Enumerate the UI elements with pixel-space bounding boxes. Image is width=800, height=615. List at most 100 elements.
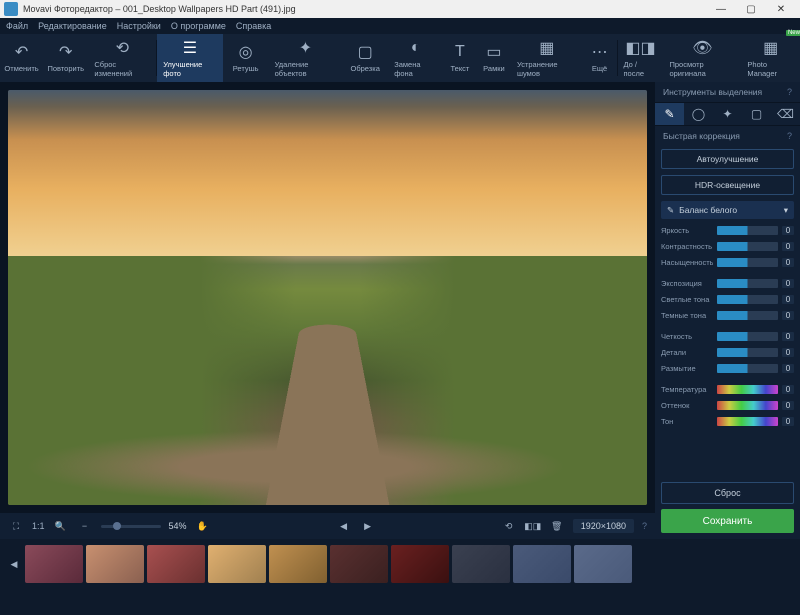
menu-file[interactable]: Файл	[6, 21, 28, 31]
slider-row: Температура0	[661, 383, 794, 396]
tool-frames[interactable]: ▭Рамки	[477, 34, 511, 82]
text-icon: T	[455, 43, 465, 61]
slider-track[interactable]	[717, 364, 778, 373]
slider-track[interactable]	[717, 311, 778, 320]
close-button[interactable]: ✕	[766, 4, 796, 15]
zoom-slider[interactable]	[101, 525, 161, 528]
save-button[interactable]: Сохранить	[661, 509, 794, 533]
thumbnail[interactable]	[25, 545, 83, 583]
minimize-button[interactable]: —	[706, 4, 736, 15]
select-rect[interactable]: ▢	[742, 103, 771, 125]
filmstrip-prev[interactable]: ◀	[6, 556, 22, 572]
slider-value[interactable]: 0	[782, 332, 794, 341]
tool-change-bg[interactable]: ◐Замена фона	[388, 34, 443, 82]
tool-photo-manager[interactable]: New▦Photo Manager	[741, 34, 800, 82]
tool-more[interactable]: ⋯Ещё	[583, 34, 617, 82]
slider-value[interactable]: 0	[782, 417, 794, 426]
main-toolbar: ↶Отменить ↷Повторить ⟲Сброс изменений ☰У…	[0, 34, 800, 82]
app-icon	[4, 2, 18, 16]
tool-retouch[interactable]: ◎Ретушь	[223, 34, 269, 82]
slider-track[interactable]	[717, 279, 778, 288]
slider-value[interactable]: 0	[782, 279, 794, 288]
rotate-button[interactable]: ⟲	[501, 518, 517, 534]
thumbnail[interactable]	[269, 545, 327, 583]
menu-about[interactable]: О программе	[171, 21, 226, 31]
fit-button[interactable]: ⛶	[8, 518, 24, 534]
undo-button[interactable]: ↶Отменить	[0, 34, 43, 82]
slider-value[interactable]: 0	[782, 348, 794, 357]
reset-button[interactable]: Сброс	[661, 482, 794, 504]
maximize-button[interactable]: ▢	[736, 4, 766, 15]
slider-value[interactable]: 0	[782, 242, 794, 251]
slider-track[interactable]	[717, 242, 778, 251]
tool-view-original[interactable]: 👁Просмотр оригинала	[663, 34, 741, 82]
menu-settings[interactable]: Настройки	[117, 21, 161, 31]
slider-value[interactable]: 0	[782, 226, 794, 235]
slider-value[interactable]: 0	[782, 385, 794, 394]
help-icon[interactable]: ?	[787, 87, 792, 97]
next-image-button[interactable]: ▶	[360, 518, 376, 534]
thumbnail[interactable]	[330, 545, 388, 583]
sliders-icon: ☰	[183, 39, 197, 57]
zoom-minus-button[interactable]: −	[77, 518, 93, 534]
slider-track[interactable]	[717, 417, 778, 426]
slider-label: Светлые тона	[661, 295, 713, 304]
thumbnail[interactable]	[574, 545, 632, 583]
slider-track[interactable]	[717, 226, 778, 235]
prev-image-button[interactable]: ◀	[336, 518, 352, 534]
thumbnail[interactable]	[452, 545, 510, 583]
tool-before-after[interactable]: ◧◨До / после	[617, 34, 663, 82]
delete-button[interactable]: 🗑	[549, 518, 565, 534]
slider-track[interactable]	[717, 385, 778, 394]
thumbnail[interactable]	[147, 545, 205, 583]
selection-tools-title: Инструменты выделения	[663, 87, 762, 97]
image-canvas[interactable]	[8, 90, 647, 505]
select-wand[interactable]: ✦	[713, 103, 742, 125]
tool-text[interactable]: TТекст	[443, 34, 477, 82]
hand-tool-button[interactable]: ✋	[195, 518, 211, 534]
noise-icon: ▦	[539, 39, 554, 57]
reset-changes-button[interactable]: ⟲Сброс изменений	[88, 34, 156, 82]
white-balance-accordion[interactable]: ✎Баланс белого▾	[661, 201, 794, 219]
select-erase[interactable]: ⌫	[771, 103, 800, 125]
tool-denoise[interactable]: ▦Устранение шумов	[511, 34, 583, 82]
slider-value[interactable]: 0	[782, 258, 794, 267]
slider-row: Яркость 0	[661, 224, 794, 237]
menu-help[interactable]: Справка	[236, 21, 271, 31]
slider-value[interactable]: 0	[782, 364, 794, 373]
zoom-out-button[interactable]: 🔍	[53, 518, 69, 534]
tool-enhance[interactable]: ☰Улучшение фото	[157, 34, 222, 82]
dimensions-display[interactable]: 1920×1080	[573, 519, 634, 533]
tool-remove-objects[interactable]: ✦Удаление объектов	[269, 34, 343, 82]
select-brush[interactable]: ✎	[655, 103, 684, 125]
slider-label: Тон	[661, 417, 713, 426]
slider-track[interactable]	[717, 258, 778, 267]
compare-button[interactable]: ◧◨	[525, 518, 541, 534]
actual-size-button[interactable]: 1:1	[32, 518, 45, 534]
help-icon[interactable]: ?	[642, 521, 647, 531]
slider-value[interactable]: 0	[782, 401, 794, 410]
slider-value[interactable]: 0	[782, 311, 794, 320]
slider-track[interactable]	[717, 295, 778, 304]
help-icon[interactable]: ?	[787, 131, 792, 141]
canvas-toolbar: ⛶ 1:1 🔍 − 54% ✋ ◀ ▶ ⟲ ◧◨ 🗑 1920×1080 ?	[0, 513, 655, 539]
slider-track[interactable]	[717, 348, 778, 357]
auto-enhance-button[interactable]: Автоулучшение	[661, 149, 794, 169]
slider-track[interactable]	[717, 332, 778, 341]
slider-row: Четкость0	[661, 330, 794, 343]
slider-track[interactable]	[717, 401, 778, 410]
redo-button[interactable]: ↷Повторить	[43, 34, 88, 82]
tool-crop[interactable]: ▢Обрезка	[342, 34, 388, 82]
thumbnail[interactable]	[208, 545, 266, 583]
remove-icon: ✦	[299, 39, 312, 57]
right-panel: Инструменты выделения? ✎ ◯ ✦ ▢ ⌫ Быстрая…	[655, 82, 800, 539]
thumbnail[interactable]	[513, 545, 571, 583]
thumbnail[interactable]	[86, 545, 144, 583]
menu-edit[interactable]: Редактирование	[38, 21, 107, 31]
hdr-lighting-button[interactable]: HDR-освещение	[661, 175, 794, 195]
slider-label: Детали	[661, 348, 713, 357]
slider-label: Яркость	[661, 226, 713, 235]
slider-value[interactable]: 0	[782, 295, 794, 304]
thumbnail[interactable]	[391, 545, 449, 583]
select-lasso[interactable]: ◯	[684, 103, 713, 125]
